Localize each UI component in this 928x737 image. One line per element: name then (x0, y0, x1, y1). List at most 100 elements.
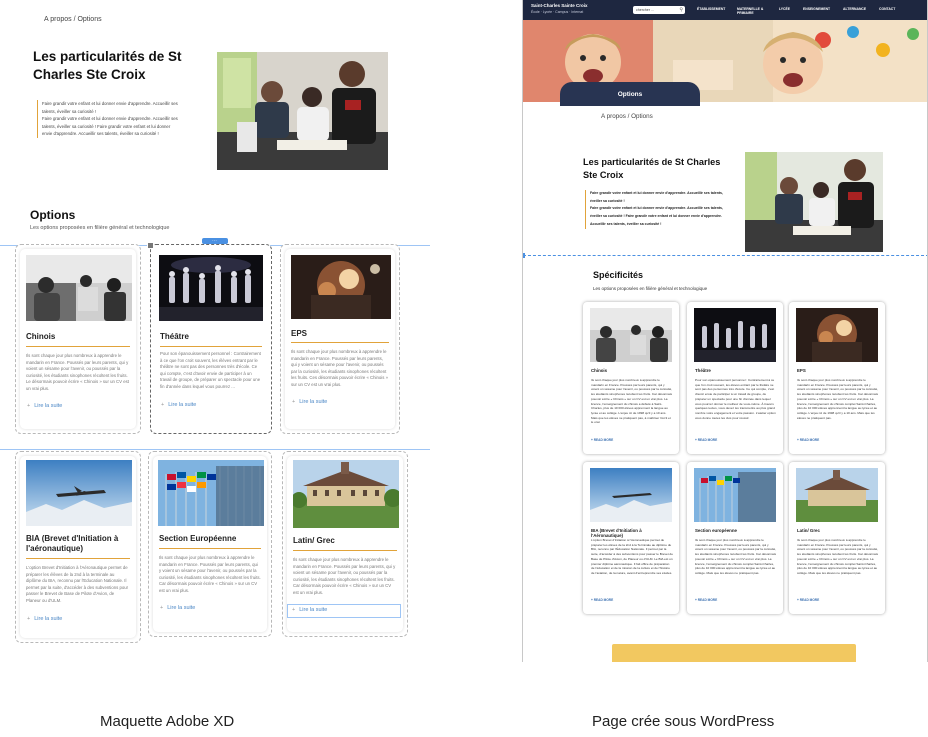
card-photo-bia (26, 460, 132, 526)
site-tagline: École · Lycée · Campus · Internat (531, 10, 584, 14)
read-more-link[interactable]: + READ MORE (797, 598, 819, 602)
card-text: Pour son épanouissement personnel : Cont… (160, 351, 261, 389)
card-photo-bia (590, 468, 672, 522)
read-more-label: READ MORE (593, 438, 614, 442)
nav-item-lycee[interactable]: LYCÉE (779, 7, 799, 11)
search-placeholder: chercher ... (636, 8, 654, 12)
card-title: Chinois (591, 368, 608, 373)
option-card-theatre[interactable]: Théâtre Pour son épanouissement personne… (147, 242, 272, 434)
quote-line: envie d'apprendre. Accueillir ses talent… (42, 131, 159, 136)
card-text: Ils sont chaque jour plus nombreux à app… (159, 555, 261, 593)
search-input[interactable]: chercher ... ⚲ (633, 6, 685, 14)
card-title: Section européenne (695, 528, 737, 533)
card-text: Ils sont chaque jour plus nombreux à app… (797, 538, 879, 575)
banner-title-tab: Options (560, 82, 700, 106)
card-divider (26, 558, 130, 559)
card-divider (160, 346, 262, 347)
site-logo-name[interactable]: Saint-Charles Sainte Croix (531, 3, 588, 8)
section-title: Options (30, 208, 76, 222)
plus-icon: + (292, 399, 296, 405)
breadcrumb[interactable]: A propos / Options (44, 16, 102, 23)
read-more-link[interactable]: + Lire la suite (292, 399, 327, 405)
quote-line: Faire grandir votre enfant et lui donner… (590, 206, 723, 211)
caption-wordpress: Page crée sous WordPress (592, 713, 775, 730)
hero-photo-students (745, 152, 883, 252)
option-card-eps[interactable]: EPS Ils sont chaque jour plus nombreux à… (789, 302, 885, 454)
read-more-label: READ MORE (799, 438, 820, 442)
read-more-label: READ MORE (697, 598, 718, 602)
card-title: Théâtre (160, 332, 189, 341)
search-icon[interactable]: ⚲ (679, 6, 683, 14)
card-photo-chinois (26, 255, 132, 321)
read-more-link[interactable]: + Lire la suite (27, 616, 62, 622)
option-card-eps[interactable]: EPS Ils sont chaque jour plus nombreux à… (280, 244, 400, 434)
hero-photo-students (217, 52, 388, 170)
nav-item-alternance[interactable]: ALTERNANCE (843, 7, 873, 11)
read-more-label: Lire la suite (34, 616, 63, 622)
option-card-section-europeenne[interactable]: Section européenne Ils sont chaque jour … (687, 462, 783, 614)
footer-banner (612, 644, 856, 662)
card-divider (26, 346, 130, 347)
quote-line: Faire grandir votre enfant et lui donner… (42, 116, 178, 121)
option-card-bia[interactable]: BIA (Brevet d'Initiation à l'aéronautiqu… (15, 451, 141, 643)
breadcrumb[interactable]: A propos / Options (601, 113, 653, 120)
quote-line: talents, éveiller sa curiosité ! (42, 108, 96, 114)
option-card-latin-grec[interactable]: Latin/ Grec Ils sont chaque jour plus no… (789, 462, 885, 614)
read-more-link[interactable]: + READ MORE (591, 598, 613, 602)
option-card-chinois[interactable]: Chinois Ils sont chaque jour plus nombre… (583, 302, 679, 454)
option-card-bia[interactable]: BIA (Brevet d'Initiation à l'Aéronautiqu… (583, 462, 679, 614)
plus-icon: + (292, 607, 296, 613)
quote-line: Accueillir ses talents, éveiller sa curi… (590, 221, 662, 226)
read-more-label: READ MORE (697, 438, 718, 442)
section-title: Spécificités (593, 270, 644, 280)
guide-line[interactable] (0, 449, 430, 450)
read-more-link[interactable]: + READ MORE (591, 438, 613, 442)
option-card-chinois[interactable]: Chinois Ils sont chaque jour plus nombre… (15, 244, 141, 434)
option-card-section-europeenne[interactable]: Section Européenne Ils sont chaque jour … (148, 451, 272, 637)
quote-line: éveiller sa curiosité ! Faire grandir vo… (590, 214, 722, 219)
card-title: Chinois (26, 332, 56, 341)
card-photo-europe (694, 468, 776, 522)
nav-item-maternelle[interactable]: MATERNELLE & PRIMAIRE (737, 7, 773, 15)
card-title: Théâtre (695, 368, 711, 373)
option-card-theatre[interactable]: Théâtre Pour son épanouissement personne… (687, 302, 783, 454)
read-more-label: Lire la suite (299, 607, 328, 613)
section-guide-line (523, 255, 927, 256)
read-more-link[interactable]: + READ MORE (695, 598, 717, 602)
card-text: Ils sont chaque jour plus nombreux à app… (291, 349, 388, 387)
section-subtitle: Les options proposées en filière général… (30, 225, 170, 231)
read-more-label: Lire la suite (34, 403, 63, 409)
read-more-link[interactable]: + Lire la suite (161, 402, 196, 408)
card-text: Ils sont chaque jour plus nombreux à app… (26, 353, 129, 391)
caption-mockup: Maquette Adobe XD (100, 713, 235, 730)
nav-item-contact[interactable]: CONTACT (879, 7, 905, 11)
read-more-label: Lire la suite (168, 402, 197, 408)
selection-handle-icon[interactable] (147, 242, 154, 249)
read-more-link[interactable]: + READ MORE (695, 438, 717, 442)
card-divider (159, 548, 261, 549)
nav-item-enseignement[interactable]: ENSEIGNEMENT (803, 7, 837, 11)
read-more-link[interactable]: + Lire la suite (160, 605, 195, 611)
card-photo-latin (796, 468, 878, 522)
plus-icon: + (160, 605, 164, 611)
option-card-latin-grec[interactable]: Latin/ Grec Ils sont chaque jour plus no… (282, 451, 408, 637)
card-title: EPS (797, 368, 806, 373)
read-more-link[interactable]: + Lire la suite (27, 403, 62, 409)
card-photo-europe (158, 460, 264, 526)
card-photo-eps (291, 255, 391, 319)
read-more-link[interactable]: + READ MORE (797, 438, 819, 442)
guide-marker (523, 253, 525, 258)
card-text: Pour son épanouissement personnel : Cont… (695, 378, 776, 420)
quote-line: éveiller sa curiosité ! (590, 198, 625, 203)
plus-icon: + (161, 402, 165, 408)
quote-line: Faire grandir votre enfant et lui donner… (42, 101, 178, 106)
card-divider (293, 550, 397, 551)
read-more-label: READ MORE (799, 598, 820, 602)
card-text: Ils sont chaque jour plus nombreux à app… (695, 538, 777, 575)
card-title: Latin/ Grec (293, 536, 335, 545)
nav-item-etablissement[interactable]: ÉTABLISSEMENT (697, 7, 727, 11)
xd-mockup: A propos / Options Les particularités de… (0, 0, 430, 680)
card-divider (291, 342, 389, 343)
section-subtitle: Les options proposées en filière général… (593, 286, 708, 291)
read-more-link[interactable]: + Lire la suite (292, 607, 327, 613)
